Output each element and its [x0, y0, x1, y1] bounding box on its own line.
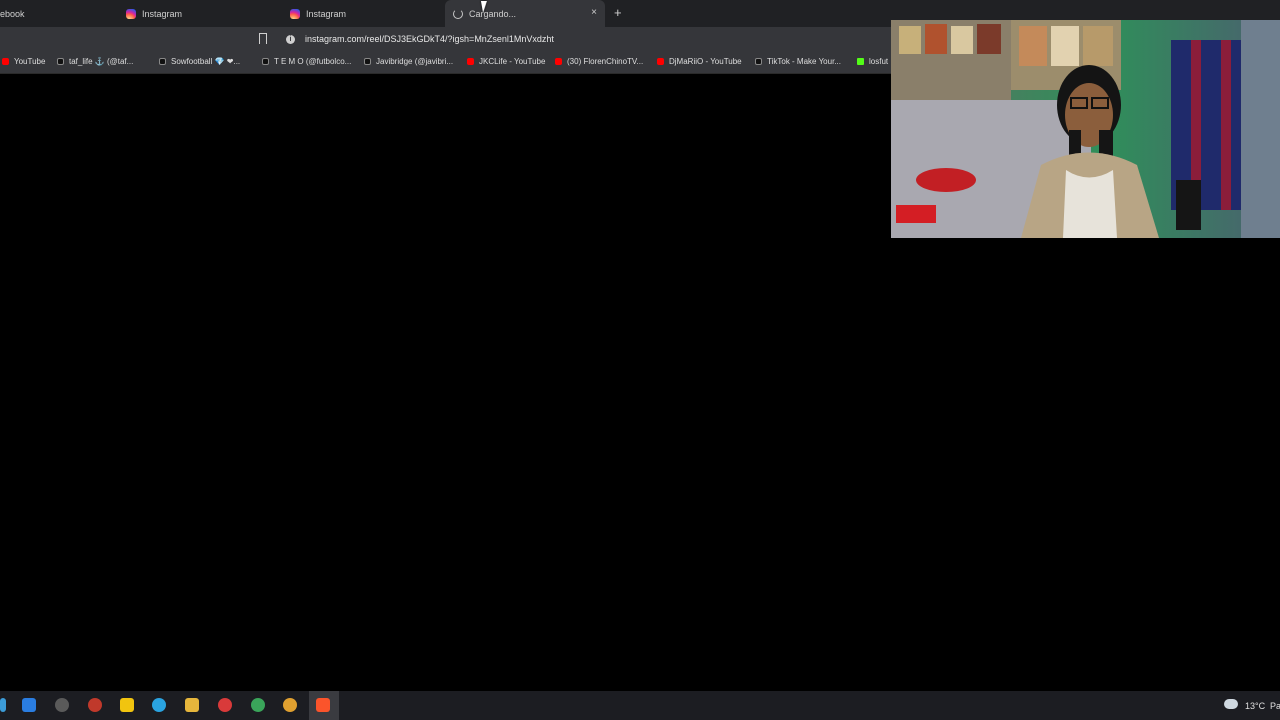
kick-icon	[857, 58, 864, 65]
tab-loading[interactable]: Cargando... ×	[445, 0, 605, 27]
instagram-icon	[290, 8, 300, 19]
youtube-icon	[2, 58, 9, 65]
brave-browser-icon[interactable]	[316, 698, 330, 712]
site-info-icon[interactable]: i	[286, 35, 295, 44]
copilot-icon[interactable]	[22, 698, 36, 712]
youtube-icon	[657, 58, 664, 65]
bookmark-label: Javibridge (@javibri...	[376, 57, 454, 66]
tiktok-icon	[262, 58, 269, 65]
bookmark-label: JKCLife - YouTube	[479, 57, 546, 66]
obs-icon[interactable]	[88, 698, 102, 712]
notes-icon[interactable]	[120, 698, 134, 712]
tab-instagram-1[interactable]: Instagram	[118, 0, 278, 27]
bookmark-item[interactable]: taf_life ⚓ (@taf...	[57, 57, 133, 66]
chrome-icon[interactable]	[251, 698, 265, 712]
bookmark-label: (30) FlorenChinoTV...	[567, 57, 644, 66]
bookmark-item[interactable]: (30) FlorenChinoTV...	[555, 57, 643, 66]
weather-icon[interactable]	[1224, 699, 1238, 709]
instagram-icon	[126, 8, 136, 19]
bookmark-label: taf_life ⚓ (@taf...	[69, 57, 134, 66]
bookmark-item[interactable]: T E M O (@futbolco...	[262, 57, 351, 66]
tiktok-icon	[159, 58, 166, 65]
bookmark-label: Sowfootball 💎 ❤...	[171, 57, 241, 66]
tiktok-icon	[755, 58, 762, 65]
loading-spinner-icon	[453, 8, 463, 19]
chrome-icon[interactable]	[218, 698, 232, 712]
bookmark-item[interactable]: JKCLife - YouTube	[467, 57, 545, 66]
tab-label: Instagram	[306, 8, 347, 19]
tab-label: Instagram	[142, 8, 183, 19]
weather-label: Pa	[1270, 701, 1280, 711]
file-explorer-icon[interactable]	[185, 698, 199, 712]
bookmark-item[interactable]: losfut	[857, 57, 888, 66]
chrome-icon[interactable]	[283, 698, 297, 712]
tiktok-icon	[364, 58, 371, 65]
weather-temperature: 13°C	[1245, 701, 1266, 711]
tab-instagram-2[interactable]: Instagram	[282, 0, 442, 27]
address-bar[interactable]: instagram.com/reel/DSJ3EkGDkT4/?igsh=MnZ…	[305, 34, 554, 44]
bookmark-label: TikTok - Make Your...	[767, 57, 841, 66]
settings-icon[interactable]	[55, 698, 69, 712]
tab-label: ebook	[0, 8, 25, 19]
new-tab-button[interactable]: +	[614, 5, 622, 20]
bookmark-item[interactable]: TikTok - Make Your...	[755, 57, 841, 66]
telegram-icon[interactable]	[152, 698, 166, 712]
webcam-overlay	[891, 20, 1280, 238]
bookmark-item[interactable]: DjMaRiiO - YouTube	[657, 57, 742, 66]
tab-facebook[interactable]: ebook	[0, 0, 110, 27]
bookmark-item[interactable]: Sowfootball 💎 ❤...	[159, 57, 240, 66]
bookmark-label: losfut	[869, 57, 889, 66]
bookmark-item[interactable]: YouTube	[2, 57, 45, 66]
youtube-icon	[467, 58, 474, 65]
tiktok-icon	[57, 58, 64, 65]
tab-label: Cargando...	[469, 8, 517, 19]
bookmark-item[interactable]: Javibridge (@javibri...	[364, 57, 453, 66]
bookmark-label: DjMaRiiO - YouTube	[669, 57, 742, 66]
bookmark-label: T E M O (@futbolco...	[274, 57, 352, 66]
close-tab-icon[interactable]: ×	[591, 7, 597, 18]
bookmark-icon[interactable]	[259, 33, 267, 44]
start-button-icon[interactable]	[0, 698, 6, 712]
bookmark-label: YouTube	[14, 57, 46, 66]
webcam-image	[891, 20, 1280, 238]
youtube-icon	[555, 58, 562, 65]
